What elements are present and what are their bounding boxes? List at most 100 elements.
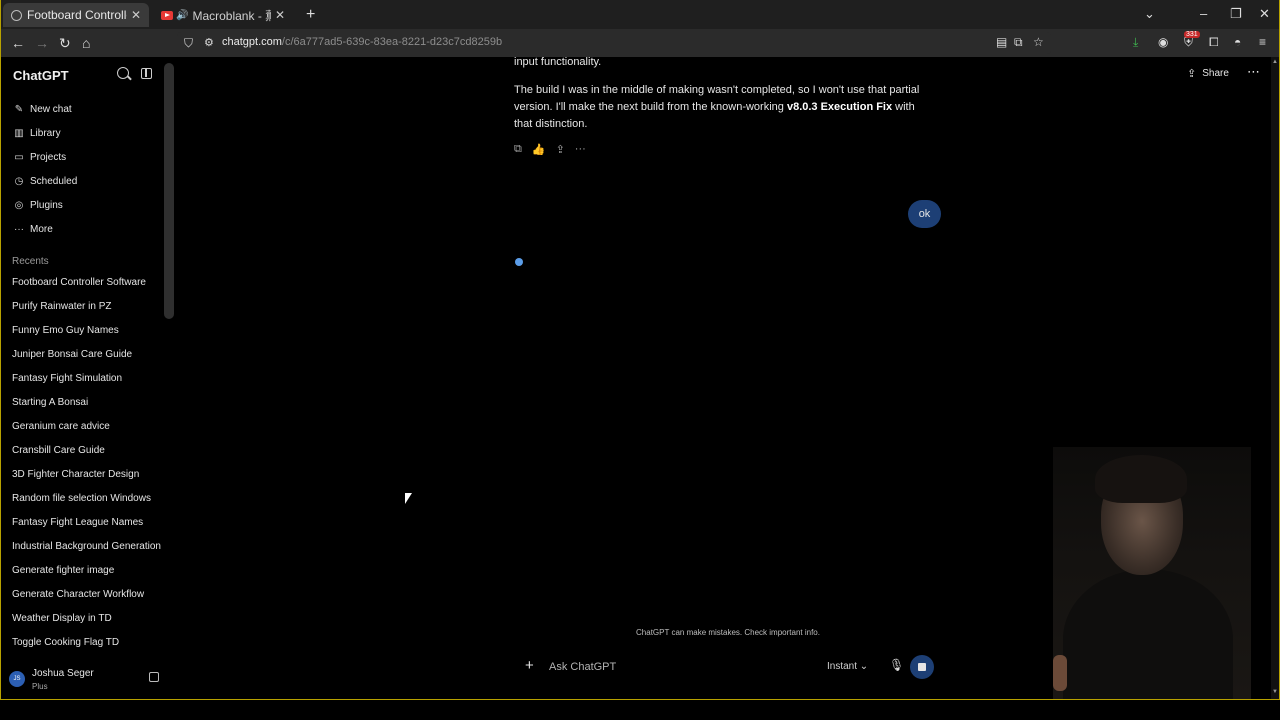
menu-icon[interactable]: ≡ (1259, 35, 1266, 49)
disclaimer: ChatGPT can make mistakes. Check importa… (636, 628, 820, 637)
site-info-icon[interactable]: ⚙ (204, 34, 214, 52)
tab-list-chevron-icon[interactable]: ⌄ (1144, 6, 1155, 22)
audio-playing-icon[interactable]: 🔊 (176, 10, 188, 21)
close-tab-icon[interactable]: ✕ (275, 8, 285, 22)
conversation-menu-icon[interactable]: ⋯ (1247, 64, 1260, 80)
url-text[interactable]: chatgpt.com/c/6a777ad5-639c-83ea-8221-d2… (222, 36, 502, 48)
recent-chat-item[interactable]: Funny Emo Guy Names (12, 325, 119, 336)
model-mode-select[interactable]: Instant ⌄ (827, 661, 868, 672)
extensions-icon[interactable]: ⧠ (1209, 35, 1219, 50)
webcam-overlay (1053, 447, 1251, 699)
restore-icon[interactable]: ❐ (1230, 6, 1242, 22)
recent-chat-item[interactable]: Generate Character Workflow (12, 589, 144, 600)
sidebar-item-label: Projects (30, 151, 67, 163)
gift-icon[interactable] (149, 672, 159, 682)
tab-footboard[interactable]: Footboard Controller Software ✕ (3, 3, 149, 27)
scroll-down-icon[interactable]: ▼ (1272, 689, 1278, 695)
sidebar-item-library[interactable]: ▥ Library (1, 121, 161, 145)
recent-chat-item[interactable]: Geranium care advice (12, 421, 110, 432)
assistant-message: The build I was in the middle of making … (514, 84, 920, 130)
user-profile[interactable]: JS Joshua Seger Plus (9, 665, 169, 695)
recent-chat-item[interactable]: Generate fighter image (12, 565, 114, 576)
sidebar-item-new-chat[interactable]: ✎ New chat (1, 97, 161, 121)
plugins-icon: ◎ (14, 199, 24, 211)
sidebar-item-more[interactable]: ··· More (1, 217, 161, 241)
sidebar-item-label: Library (30, 127, 61, 139)
tab-macroblank[interactable]: 🔊 Macroblank - 薫陶神 COLLI ✕ (153, 3, 293, 27)
add-attachment-icon[interactable]: + (525, 657, 534, 674)
feedback-icon[interactable]: 👍 (532, 143, 546, 156)
message-actions: ⧉ 👍 ⇪ ··· (514, 143, 586, 156)
youtube-favicon-icon (161, 10, 173, 20)
recent-chat-item[interactable]: Industrial Background Generation (12, 541, 161, 552)
navigation-bar: ← → ↻ ⌂ ⛉ ⚙ chatgpt.com/c/6a777ad5-639c-… (1, 29, 1279, 57)
search-icon[interactable] (117, 67, 129, 79)
sidebar-item-scheduled[interactable]: ◷ Scheduled (1, 169, 161, 193)
share-button[interactable]: ⇪ Share (1187, 67, 1229, 80)
close-tab-icon[interactable]: ✕ (131, 8, 141, 22)
scroll-up-icon[interactable]: ▲ (1272, 59, 1278, 65)
account-icon[interactable]: ◉ (1158, 35, 1168, 49)
recent-chat-item[interactable]: Cransbill Care Guide (12, 445, 105, 456)
tab-title: Footboard Controller Software (27, 8, 127, 22)
webcam-person-hair (1095, 455, 1187, 503)
extension-badge: 331 (1184, 31, 1200, 38)
sidebar-item-label: Plugins (30, 199, 63, 211)
clock-icon: ◷ (14, 175, 24, 187)
recent-chat-item[interactable]: Toggle Cooking Flag TD (12, 637, 119, 648)
sidebar-item-label: More (30, 223, 53, 235)
close-window-icon[interactable]: ✕ (1259, 6, 1270, 22)
recent-chat-item[interactable]: Juniper Bonsai Care Guide (12, 349, 132, 360)
picture-in-picture-icon[interactable]: ⧉ (1014, 35, 1023, 50)
composer: + Ask ChatGPT Instant ⌄ 🎙 (514, 650, 942, 684)
webcam-person-body (1063, 569, 1233, 699)
copy-icon[interactable]: ⧉ (514, 143, 522, 156)
reload-icon[interactable]: ↻ (59, 34, 71, 52)
recent-chat-item[interactable]: Footboard Controller Software (12, 277, 146, 288)
share-label: Share (1202, 68, 1229, 79)
sidebar-item-plugins[interactable]: ◎ Plugins (1, 193, 161, 217)
thinking-indicator (515, 258, 523, 266)
share-icon: ⇪ (1187, 68, 1197, 80)
mask-icon[interactable]: ◓ (1234, 35, 1241, 49)
shield-icon[interactable]: ⛉ (184, 34, 193, 52)
sidebar-toggle-icon[interactable] (141, 68, 152, 79)
share-message-icon[interactable]: ⇪ (556, 143, 565, 156)
build-name: v8.0.3 Execution Fix (786, 101, 893, 113)
folder-icon: ▭ (14, 151, 24, 163)
browser-window: Footboard Controller Software ✕ 🔊 Macrob… (0, 0, 1280, 700)
recents-heading: Recents (12, 256, 49, 267)
recent-chat-item[interactable]: Purify Rainwater in PZ (12, 301, 111, 312)
sidebar-item-label: New chat (30, 103, 72, 115)
microphone-icon[interactable]: 🎙 (889, 658, 904, 672)
recent-chat-item[interactable]: Starting A Bonsai (12, 397, 88, 408)
recent-chat-item[interactable]: Fantasy Fight Simulation (12, 373, 122, 384)
more-actions-icon[interactable]: ··· (575, 143, 586, 156)
reader-view-icon[interactable]: ▤ (996, 35, 1007, 49)
mouse-cursor-icon (405, 493, 412, 504)
more-icon: ··· (14, 223, 24, 235)
recent-chat-item[interactable]: 3D Fighter Character Design (12, 469, 139, 480)
forward-icon[interactable]: → (35, 34, 49, 52)
chatgpt-favicon-icon (11, 9, 22, 21)
recent-chat-item[interactable]: Random file selection Windows (12, 493, 151, 504)
minimize-icon[interactable]: – (1200, 6, 1207, 21)
sidebar-item-label: Scheduled (30, 175, 78, 187)
sidebar-item-projects[interactable]: ▭ Projects (1, 145, 161, 169)
user-plan: Plus (32, 682, 48, 691)
recent-chat-item[interactable]: Weather Display in TD (12, 613, 112, 624)
back-icon[interactable]: ← (11, 34, 25, 52)
sidebar-title[interactable]: ChatGPT (13, 68, 69, 83)
assistant-message-fragment: input functionality. (514, 56, 602, 68)
sidebar-scrollbar[interactable] (164, 63, 174, 319)
avatar: JS (9, 671, 25, 687)
stop-generation-button[interactable] (910, 655, 934, 679)
prompt-input[interactable]: Ask ChatGPT (549, 661, 616, 673)
new-tab-icon[interactable]: + (306, 6, 315, 24)
bookmark-star-icon[interactable]: ☆ (1033, 35, 1044, 49)
home-icon[interactable]: ⌂ (82, 34, 90, 52)
recent-chat-item[interactable]: Fantasy Fight League Names (12, 517, 143, 528)
download-icon[interactable]: ⤓ (1133, 35, 1138, 50)
page-scrollbar[interactable]: ▲ ▼ (1271, 57, 1279, 699)
bottom-strip (0, 700, 1280, 720)
